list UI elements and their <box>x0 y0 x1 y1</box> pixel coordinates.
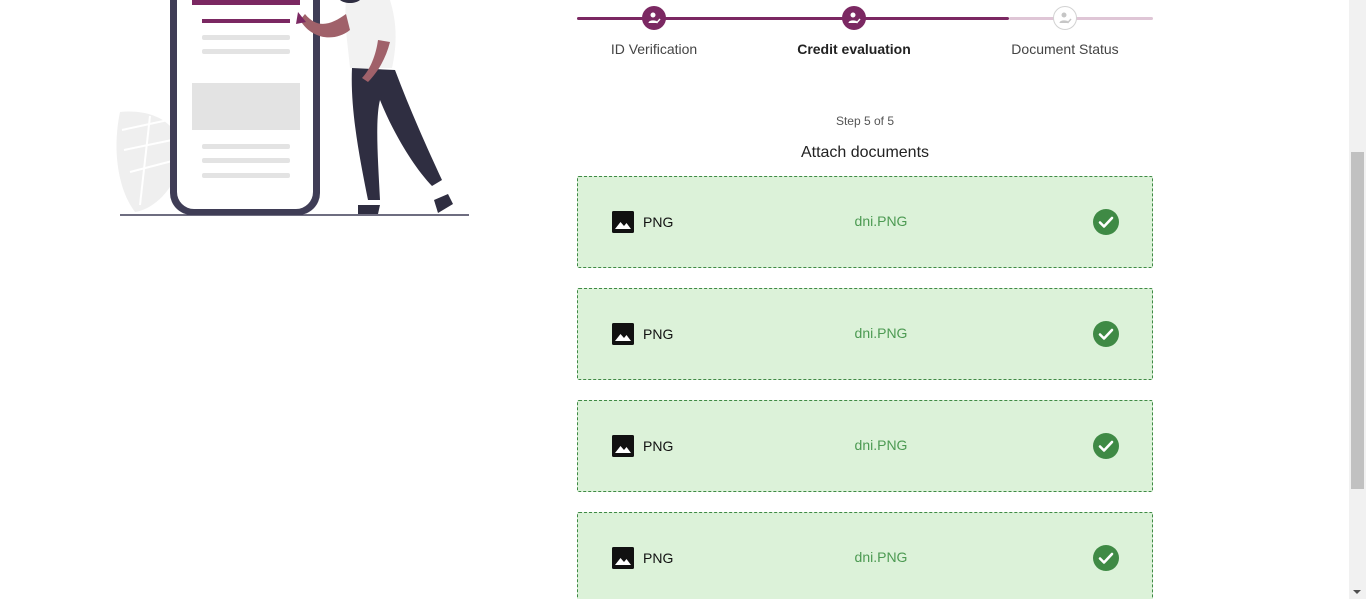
document-list: PNG dni.PNG PNG dni.PNG PNG dni.PNG PNG … <box>577 176 1153 599</box>
stepper-connector-2a <box>854 17 1009 20</box>
scroll-down-arrow-icon[interactable] <box>1353 590 1361 594</box>
step-label-id-verification: ID Verification <box>610 41 698 57</box>
phone-illustration <box>116 0 469 216</box>
page: ID Verification Credit evaluation Docume… <box>0 0 1366 599</box>
step-counter: Step 5 of 5 <box>835 114 895 128</box>
document-filename: dni.PNG <box>854 325 908 341</box>
section-title: Attach documents <box>800 144 930 161</box>
user-check-icon <box>648 12 661 24</box>
step-label-document-status: Document Status <box>1011 41 1119 57</box>
scrollbar-thumb[interactable] <box>1351 152 1364 489</box>
document-card[interactable]: PNG dni.PNG <box>577 288 1153 380</box>
step-node-id-verification <box>642 6 666 30</box>
user-check-icon <box>848 12 861 24</box>
document-card[interactable]: PNG dni.PNG <box>577 400 1153 492</box>
check-circle-icon <box>1093 209 1119 235</box>
progress-stepper: ID Verification Credit evaluation Docume… <box>577 0 1153 70</box>
document-card[interactable]: PNG dni.PNG <box>577 512 1153 599</box>
check-circle-icon <box>1093 545 1119 571</box>
check-circle-icon <box>1093 433 1119 459</box>
user-check-icon <box>1059 12 1072 24</box>
step-node-document-status <box>1053 6 1077 30</box>
stepper-connector-1 <box>654 17 854 20</box>
document-card[interactable]: PNG dni.PNG <box>577 176 1153 268</box>
step-label-credit-evaluation: Credit evaluation <box>797 41 911 57</box>
document-filename: dni.PNG <box>854 549 908 565</box>
document-filename: dni.PNG <box>854 213 908 229</box>
vertical-scrollbar[interactable] <box>1349 0 1366 599</box>
check-circle-icon <box>1093 321 1119 347</box>
step-node-credit-evaluation <box>842 6 866 30</box>
document-filename: dni.PNG <box>854 437 908 453</box>
stepper-connector-2b <box>1009 17 1153 20</box>
